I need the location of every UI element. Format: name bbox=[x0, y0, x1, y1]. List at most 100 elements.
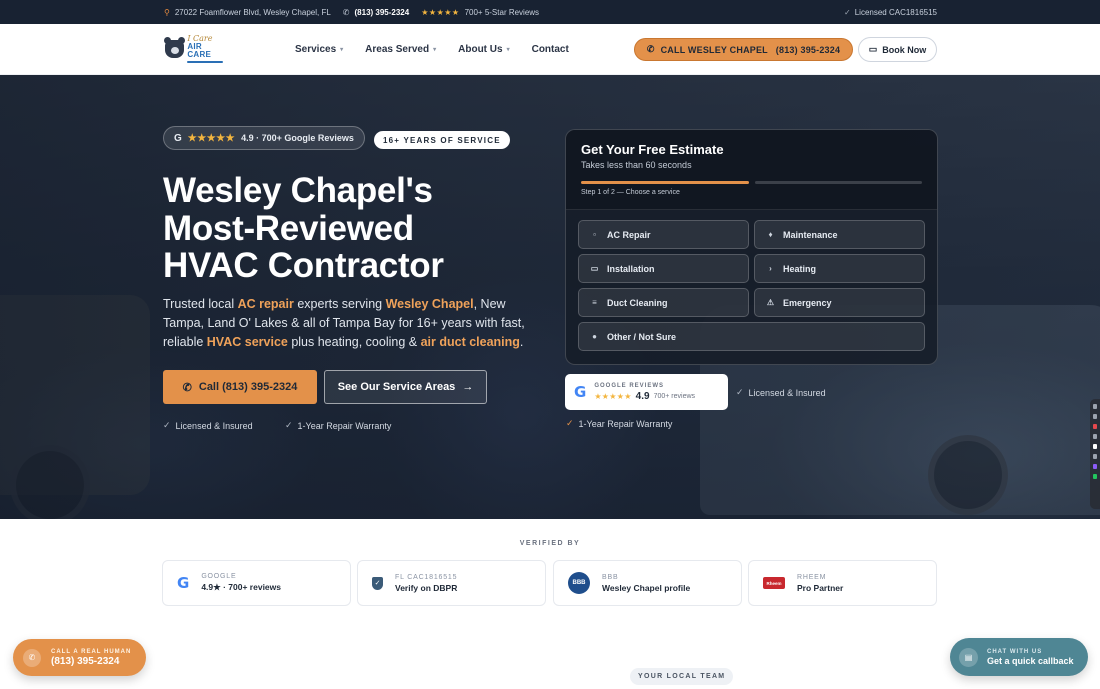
arrow-right-icon: → bbox=[462, 381, 474, 393]
calendar-icon: ▭ bbox=[868, 44, 878, 54]
bbb-logo-icon: BBB bbox=[568, 572, 590, 594]
side-toolbar-widget[interactable] bbox=[1090, 399, 1100, 509]
nav-about-us[interactable]: About Us ▾ bbox=[458, 44, 509, 55]
unit-icon: ▭ bbox=[590, 264, 599, 273]
service-option-label: Emergency bbox=[783, 297, 832, 308]
service-option-heating[interactable]: › Heating bbox=[754, 254, 925, 283]
local-team-label: YOUR LOCAL TEAM bbox=[630, 668, 734, 685]
verified-card-bbb[interactable]: BBB BBB Wesley Chapel profile bbox=[553, 560, 742, 606]
service-option-label: Heating bbox=[783, 263, 817, 274]
desc-link-ac-repair[interactable]: AC repair bbox=[238, 297, 294, 311]
address-text: 27022 Foamflower Blvd, Wesley Chapel, FL bbox=[174, 7, 331, 17]
google-icon: G bbox=[574, 383, 587, 401]
verified-card-small: BBB bbox=[602, 573, 619, 581]
trust-warranty-right: ✓ 1-Year Repair Warranty bbox=[566, 418, 672, 429]
google-reviews-card[interactable]: G GOOGLE REVIEWS ★★★★★ 4.9 700+ reviews bbox=[565, 374, 728, 410]
nav-contact[interactable]: Contact bbox=[532, 44, 569, 55]
service-option-ac-repair[interactable]: ▫ AC Repair bbox=[578, 220, 749, 249]
trust-licensed-text: Licensed & Insured bbox=[175, 420, 253, 431]
service-option-duct-cleaning[interactable]: ≡ Duct Cleaning bbox=[578, 288, 749, 317]
reviews-text: 700+ 5-Star Reviews bbox=[464, 7, 540, 17]
google-reviews-label: GOOGLE REVIEWS bbox=[594, 382, 664, 389]
star-rating-icon: ★★★★★ bbox=[187, 132, 236, 144]
progress-step-1 bbox=[581, 181, 749, 184]
hero-call-button[interactable]: ✆ Call (813) 395-2324 bbox=[163, 370, 317, 404]
float-chat-small: CHAT WITH US bbox=[987, 648, 1043, 655]
verified-card-big: Pro Partner bbox=[797, 582, 844, 593]
service-option-emergency[interactable]: ⚠ Emergency bbox=[754, 288, 925, 317]
verified-card-big: 4.9★ · 700+ reviews bbox=[201, 582, 281, 592]
phone-link[interactable]: (813) 395-2324 bbox=[355, 8, 410, 17]
hero-call-label: Call (813) 395-2324 bbox=[198, 381, 298, 393]
address-item: ⚲ 27022 Foamflower Blvd, Wesley Chapel, … bbox=[164, 8, 331, 17]
verified-card-google[interactable]: G GOOGLE 4.9★ · 700+ reviews bbox=[162, 560, 351, 606]
verified-card-small: FL CAC1816515 bbox=[395, 573, 458, 581]
chat-bubble-icon: ▤ bbox=[959, 647, 978, 667]
phone-icon: ✆ bbox=[646, 44, 655, 54]
verified-card-dbpr[interactable]: ✓ FL CAC1816515 Verify on DBPR bbox=[357, 560, 546, 606]
check-icon: ✓ bbox=[844, 7, 851, 17]
license-text: Licensed CAC1816515 bbox=[854, 7, 937, 17]
service-option-installation[interactable]: ▭ Installation bbox=[578, 254, 749, 283]
service-option-label: AC Repair bbox=[607, 229, 651, 240]
bear-logo-icon bbox=[163, 37, 186, 58]
trust-licensed-right: ✓ Licensed & Insured bbox=[736, 387, 826, 398]
star-rating-icon: ★★★★★ bbox=[594, 391, 632, 401]
trust-warranty-text: 1-Year Repair Warranty bbox=[297, 420, 392, 431]
top-info-bar: ⚲ 27022 Foamflower Blvd, Wesley Chapel, … bbox=[0, 0, 1100, 24]
phone-icon: ✆ bbox=[23, 648, 41, 667]
book-now-label: Book Now bbox=[882, 44, 927, 55]
flame-icon: › bbox=[769, 264, 772, 273]
verified-card-rheem[interactable]: Rheem RHEEM Pro Partner bbox=[748, 560, 937, 606]
service-option-other[interactable]: ● Other / Not Sure bbox=[578, 322, 925, 351]
floating-chat-button[interactable]: ▤ CHAT WITH US Get a quick callback bbox=[950, 638, 1088, 676]
hero-title-line: HVAC Contractor bbox=[163, 246, 444, 285]
license-item: ✓ Licensed CAC1816515 bbox=[844, 0, 937, 24]
desc-link-air-duct-cleaning[interactable]: air duct cleaning bbox=[421, 335, 520, 349]
reviews-item: ★★★★★ 700+ 5-Star Reviews bbox=[421, 8, 539, 17]
service-areas-button[interactable]: See Our Service Areas → bbox=[324, 370, 487, 404]
warning-icon: ⚠ bbox=[766, 298, 775, 307]
desc-text: plus heating, cooling & bbox=[287, 335, 421, 349]
shield-check-icon: ✓ bbox=[372, 576, 383, 590]
free-estimate-card: Get Your Free Estimate Takes less than 6… bbox=[565, 129, 938, 365]
check-icon: ✓ bbox=[163, 420, 171, 430]
verified-by-label: VERIFIED BY bbox=[519, 540, 581, 547]
chevron-down-icon: ▾ bbox=[433, 47, 437, 53]
nav-services[interactable]: Services ▾ bbox=[295, 44, 343, 55]
trust-licensed: ✓ Licensed & Insured bbox=[163, 420, 253, 431]
trust-warranty: ✓ 1-Year Repair Warranty bbox=[285, 420, 391, 431]
check-icon: ✓ bbox=[285, 420, 293, 430]
google-reviews-badge[interactable]: G ★★★★★ 4.9 · 700+ Google Reviews bbox=[163, 126, 365, 150]
desc-text: experts serving bbox=[293, 297, 386, 311]
hero-description: Trusted local AC repair experts serving … bbox=[163, 295, 548, 352]
desc-link-wesley-chapel[interactable]: Wesley Chapel bbox=[386, 297, 474, 311]
service-options: ▫ AC Repair ♦ Maintenance ▭ Installation… bbox=[578, 220, 926, 351]
hero-title-line: Most-Reviewed bbox=[163, 208, 414, 248]
estimate-subtitle: Takes less than 60 seconds bbox=[581, 160, 692, 170]
phone-icon: ✆ bbox=[342, 7, 350, 17]
chevron-down-icon: ▾ bbox=[506, 47, 510, 53]
phone-item[interactable]: ✆ (813) 395-2324 bbox=[343, 8, 409, 17]
dot-icon: ● bbox=[592, 332, 597, 341]
book-now-button[interactable]: ▭ Book Now bbox=[858, 37, 937, 62]
service-option-maintenance[interactable]: ♦ Maintenance bbox=[754, 220, 925, 249]
rheem-logo-icon: Rheem bbox=[763, 577, 785, 589]
google-score: 4.9 bbox=[635, 390, 650, 402]
call-wesley-chapel-button[interactable]: ✆ CALL WESLEY CHAPEL (813) 395-2324 bbox=[634, 38, 853, 61]
service-option-label: Duct Cleaning bbox=[607, 297, 668, 308]
service-option-label: Maintenance bbox=[783, 229, 838, 240]
progress-step-2 bbox=[754, 181, 922, 184]
google-icon: G bbox=[177, 574, 190, 592]
nav-areas-label: Areas Served bbox=[365, 44, 430, 55]
logo-swoosh bbox=[187, 61, 224, 63]
desc-text: . bbox=[519, 335, 524, 349]
floating-call-button[interactable]: ✆ CALL A REAL HUMAN (813) 395-2324 bbox=[13, 639, 146, 676]
nav-areas-served[interactable]: Areas Served ▾ bbox=[365, 44, 436, 55]
estimate-title: Get Your Free Estimate bbox=[581, 142, 724, 157]
desc-link-hvac-service[interactable]: HVAC service bbox=[207, 335, 288, 349]
site-logo[interactable]: I Care AIR CARE bbox=[163, 35, 227, 63]
google-icon: G bbox=[174, 132, 182, 144]
primary-nav: Services ▾ Areas Served ▾ About Us ▾ Con… bbox=[295, 24, 569, 75]
google-review-count: 700+ reviews bbox=[653, 392, 696, 400]
